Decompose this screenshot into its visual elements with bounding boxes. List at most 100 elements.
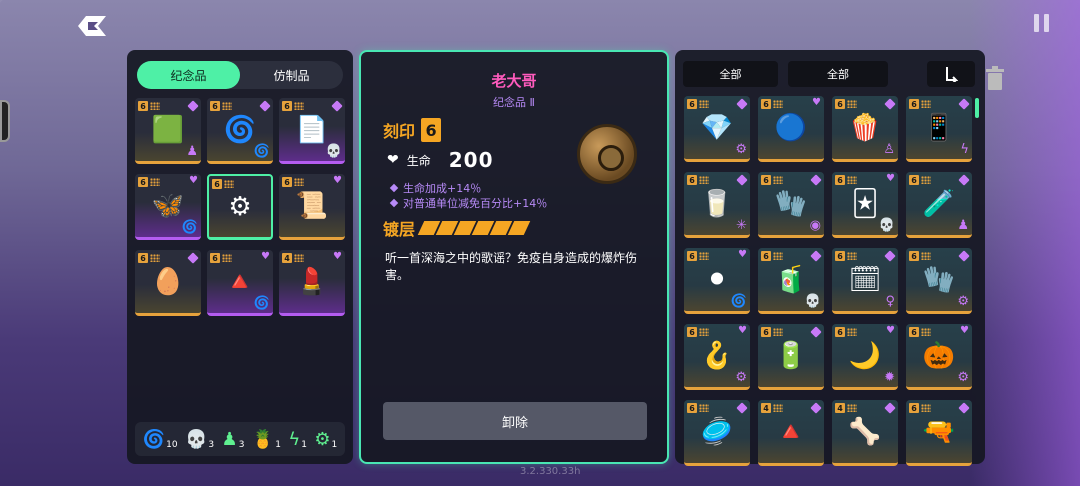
tag-icon <box>884 402 896 414</box>
set-stat: 🍍 1 <box>252 429 281 450</box>
item-card[interactable]: 6 ♥ ⚫ 🌀 <box>684 248 750 314</box>
grade-dots-icon <box>699 404 709 412</box>
level-badge: 6 <box>687 403 697 413</box>
coating-label: 镀层 <box>383 220 416 239</box>
item-icon: 🟩 <box>151 114 185 145</box>
grade-dots-icon <box>150 254 160 262</box>
item-card[interactable]: 6 🧤 ◉ <box>758 172 824 238</box>
set-bonus-bar: 🌀 10 💀 3 ♟ 3 🍍 1 ϟ 1 ⚙ 1 <box>135 422 345 456</box>
set-badge-icon: ⚙ <box>957 370 969 385</box>
item-card[interactable]: 6 🔋 <box>758 324 824 390</box>
grade-dots-icon <box>847 404 857 412</box>
level-badge: 6 <box>687 327 697 337</box>
item-icon: 🌙 <box>848 340 882 371</box>
item-card[interactable]: 6 🧃 💀 <box>758 248 824 314</box>
item-card[interactable]: 6 🟩 ♟ <box>135 98 201 164</box>
item-card[interactable]: 6 🧤 ⚙ <box>906 248 972 314</box>
item-card[interactable]: 6 🥏 <box>684 400 750 466</box>
item-icon: 🔵 <box>774 112 808 143</box>
grade-dots-icon <box>921 176 931 184</box>
scrollbar[interactable] <box>975 98 979 118</box>
bonus-text: 生命加成+14％ <box>403 182 482 195</box>
set-badge-icon: ⚙ <box>957 294 969 309</box>
item-card[interactable]: 6 ♥ 🪝 ⚙ <box>684 324 750 390</box>
item-card[interactable]: 6 ♥ 📜 <box>279 174 345 240</box>
item-description: 听一首深海之中的歌谣？免疫自身造成的爆炸伤害。 <box>385 251 638 282</box>
item-icon: 🧪 <box>922 188 956 219</box>
item-icon: 💄 <box>295 266 329 297</box>
item-icon: 🧤 <box>774 188 808 219</box>
level-badge: 6 <box>761 175 771 185</box>
favorite-icon: ♥ <box>886 173 895 184</box>
sort-button[interactable] <box>927 61 975 87</box>
pause-icon[interactable] <box>1034 14 1052 34</box>
grade-dots-icon <box>150 102 160 110</box>
item-card[interactable]: 4 🔺 <box>758 400 824 466</box>
level-badge: 4 <box>761 403 771 413</box>
item-card[interactable]: 4 🦴 <box>832 400 898 466</box>
set-badge-icon: 🌀 <box>181 220 198 235</box>
hp-row: ❤ 生命 200 <box>387 148 494 172</box>
tag-icon <box>736 174 748 186</box>
item-icon: 📜 <box>295 190 329 221</box>
item-card[interactable]: 6 ♥ 🃏 💀 <box>832 172 898 238</box>
item-card[interactable]: 6 🍿 ♙ <box>832 96 898 162</box>
remove-button[interactable]: 卸除 <box>383 402 647 440</box>
item-card[interactable]: 6 📱 ϟ <box>906 96 972 162</box>
tag-icon <box>958 98 970 110</box>
item-card[interactable]: 6 🥚 <box>135 250 201 316</box>
grade-dots-icon <box>847 328 857 336</box>
level-badge: 6 <box>138 177 148 187</box>
filter-dropdown-1[interactable]: 全部 <box>683 61 778 87</box>
item-card[interactable]: 6 📄 💀 <box>279 98 345 164</box>
tab-memorial[interactable]: 纪念品 <box>137 61 240 89</box>
set-badge-icon: 🌀 <box>253 296 270 311</box>
level-badge: 6 <box>282 177 292 187</box>
item-card[interactable]: 6 🔫 <box>906 400 972 466</box>
side-handle[interactable] <box>0 100 10 142</box>
item-card[interactable]: 6 🥛 ✳ <box>684 172 750 238</box>
heart-icon: ❤ <box>387 152 399 168</box>
level-badge: 6 <box>909 175 919 185</box>
item-card[interactable]: 6 ♥ 🦋 🌀 <box>135 174 201 240</box>
set-count: 10 <box>166 439 178 450</box>
item-card[interactable]: 6 ♥ 🔵 <box>758 96 824 162</box>
tab-replica[interactable]: 仿制品 <box>240 61 343 89</box>
tag-icon <box>810 402 822 414</box>
item-card[interactable]: 6 ⚙ <box>207 174 273 240</box>
tag-icon <box>884 98 896 110</box>
set-badge-icon: ⚙ <box>735 370 747 385</box>
favorite-icon: ♥ <box>738 325 747 336</box>
item-card[interactable]: 4 ♥ 💄 <box>279 250 345 316</box>
item-card[interactable]: 6 🌀 🌀 <box>207 98 273 164</box>
back-icon[interactable] <box>76 14 108 38</box>
item-card[interactable]: 6 🧪 ♟ <box>906 172 972 238</box>
tag-icon <box>958 250 970 262</box>
item-card[interactable]: 6 ♥ 🎃 ⚙ <box>906 324 972 390</box>
filter-dropdown-2[interactable]: 全部 <box>788 61 888 87</box>
level-badge: 6 <box>138 253 148 263</box>
item-card[interactable]: 6 🗓 ♀ <box>832 248 898 314</box>
item-icon: 💎 <box>700 112 734 143</box>
pineapple-icon: 🍍 <box>251 428 275 450</box>
level-badge: 6 <box>212 179 222 189</box>
favorite-icon: ♥ <box>333 251 342 262</box>
set-badge-icon: 🌀 <box>730 294 747 309</box>
version-text: 3.2.330.33h <box>520 466 581 477</box>
level-badge: 6 <box>138 101 148 111</box>
grade-dots-icon <box>847 176 857 184</box>
trash-icon[interactable] <box>985 66 1005 92</box>
hp-value: 200 <box>448 148 494 172</box>
favorite-icon: ♥ <box>189 175 198 186</box>
set-badge-icon: 💀 <box>325 144 342 159</box>
set-stat: ⚙ 1 <box>314 429 337 450</box>
item-icon: 🪝 <box>700 340 734 371</box>
tag-icon <box>884 250 896 262</box>
item-icon: 🥚 <box>151 266 185 297</box>
item-card[interactable]: 6 ♥ 🔺 🌀 <box>207 250 273 316</box>
item-card[interactable]: 6 ♥ 🌙 ✹ <box>832 324 898 390</box>
item-card[interactable]: 6 💎 ⚙ <box>684 96 750 162</box>
level-badge: 6 <box>687 175 697 185</box>
worm-icon: ♟ <box>221 428 238 450</box>
set-count: 1 <box>275 439 281 450</box>
